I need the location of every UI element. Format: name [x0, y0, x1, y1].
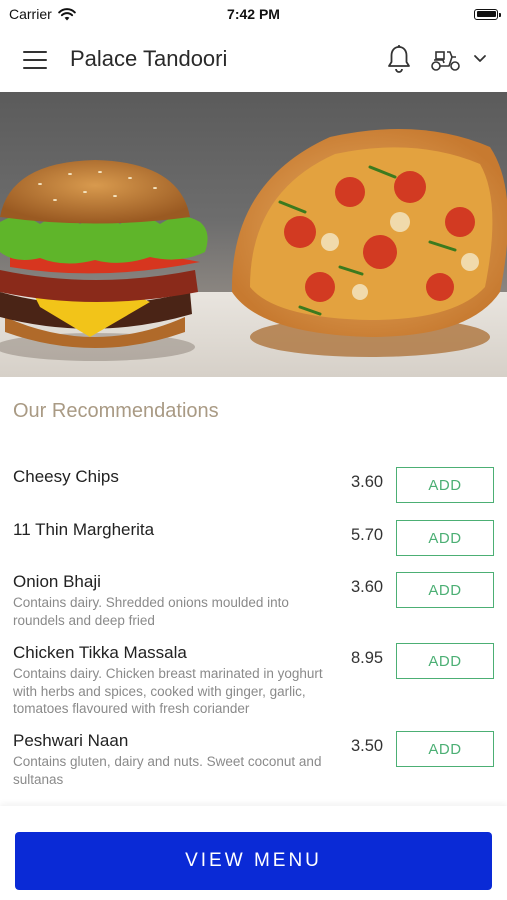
- item-name: Cheesy Chips: [13, 467, 119, 486]
- item-description: Contains gluten, dairy and nuts. Sweet c…: [13, 754, 322, 787]
- bell-icon[interactable]: [386, 44, 412, 74]
- scooter-icon[interactable]: [430, 48, 462, 72]
- hero-image: [0, 92, 507, 377]
- item-price: 8.95: [351, 649, 384, 667]
- status-bar: Carrier 7:42 PM: [0, 0, 507, 28]
- add-button[interactable]: ADD: [396, 520, 494, 556]
- add-button[interactable]: ADD: [396, 643, 494, 679]
- page-title: Palace Tandoori: [70, 46, 228, 71]
- item-price: 5.70: [351, 526, 384, 544]
- chevron-down-icon[interactable]: [473, 54, 487, 64]
- item-price: 3.60: [351, 473, 384, 491]
- item-name: Peshwari Naan: [13, 731, 129, 750]
- add-button[interactable]: ADD: [396, 572, 494, 608]
- item-description: Contains dairy. Shredded onions moulded …: [13, 595, 289, 628]
- add-button[interactable]: ADD: [396, 731, 494, 767]
- item-description: Contains dairy. Chicken breast marinated…: [13, 666, 323, 716]
- item-name: Chicken Tikka Massala: [13, 643, 187, 662]
- app-header: Palace Tandoori: [0, 28, 507, 92]
- recommendations-title: Our Recommendations: [13, 400, 219, 422]
- view-menu-button[interactable]: VIEW MENU: [15, 832, 492, 890]
- burger-and-pizza-photo: [0, 129, 507, 377]
- item-price: 3.50: [351, 737, 384, 755]
- status-time: 7:42 PM: [227, 6, 280, 22]
- item-name: Onion Bhaji: [13, 572, 101, 591]
- item-name: 11 Thin Margherita: [13, 520, 155, 539]
- add-button[interactable]: ADD: [396, 467, 494, 503]
- menu-icon[interactable]: [23, 51, 47, 69]
- battery-icon: [474, 8, 501, 20]
- item-price: 3.60: [351, 578, 384, 596]
